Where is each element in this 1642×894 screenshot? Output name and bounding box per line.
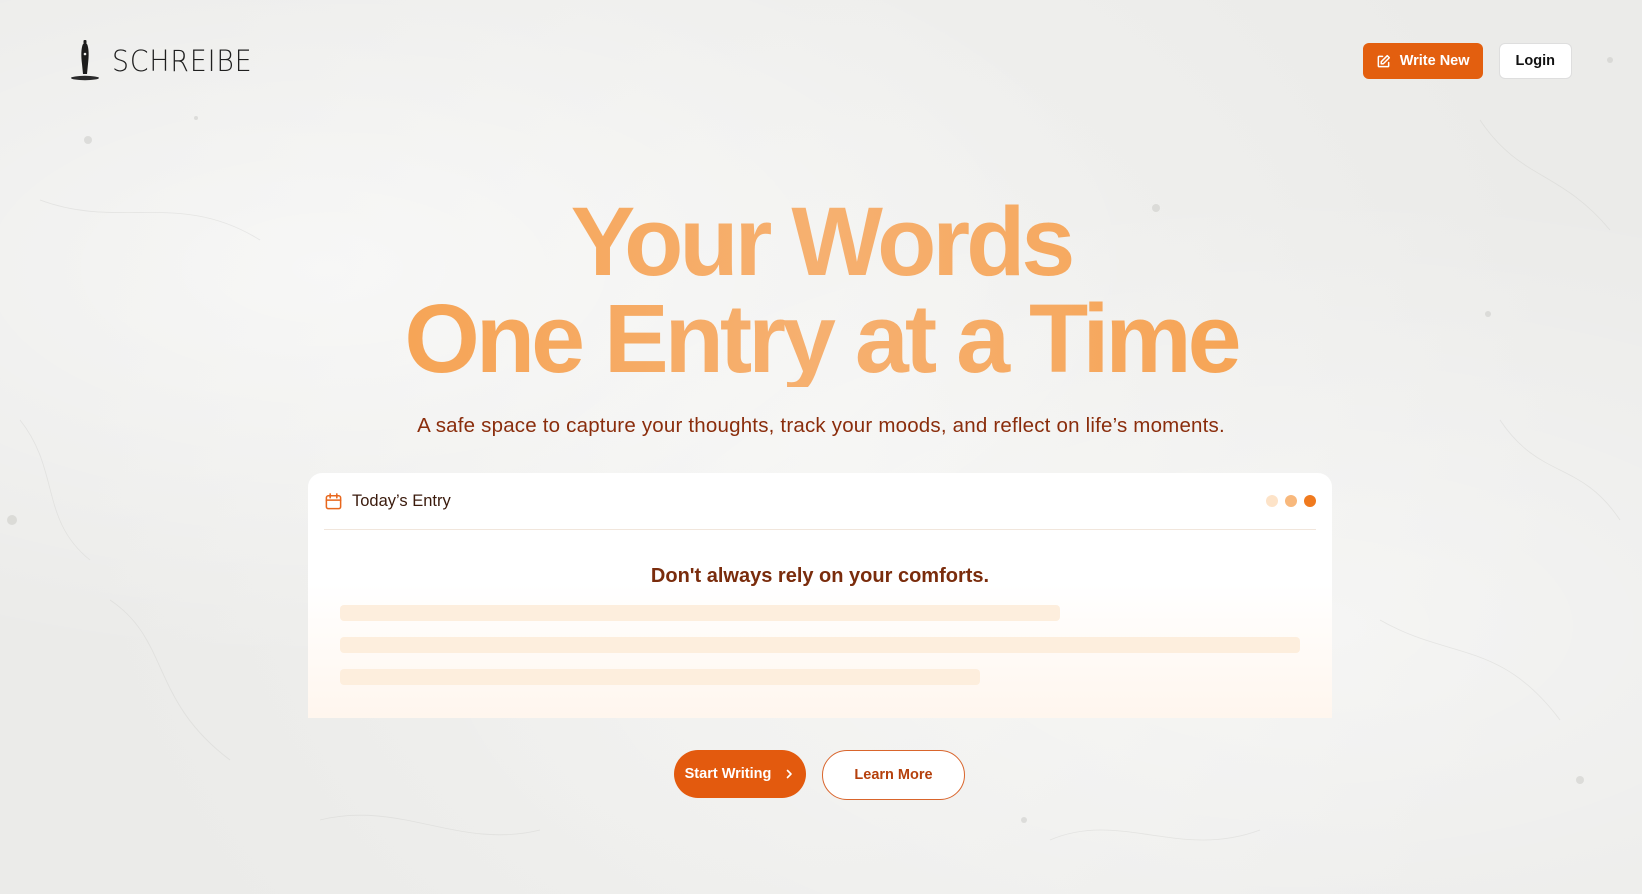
placeholder-line [340,669,980,685]
start-writing-label: Start Writing [684,766,772,782]
hero-title-line-2: One Entry at a Time [0,290,1642,387]
dot-3 [1304,495,1316,507]
window-dots [1266,495,1316,507]
pencil-square-icon [1377,54,1390,67]
login-button[interactable]: Login [1498,43,1572,79]
write-new-label: Write New [1399,53,1470,69]
placeholder-line [340,637,1300,653]
start-writing-button[interactable]: Start Writing [674,750,806,798]
brand-name: SCHREIBE [112,44,253,78]
today-entry-card: Today’s Entry Don't always rely on your … [308,473,1332,718]
entry-quote: Don't always rely on your comforts. [650,565,990,587]
card-title: Today’s Entry [352,491,451,510]
chevron-right-icon [787,769,793,779]
brand-logo[interactable]: SCHREIBE [70,38,265,82]
hero-title-line-1: Your Words [0,193,1642,290]
dot-2 [1285,495,1297,507]
paper-texture-background [7,57,1621,841]
pen-logo-icon [71,40,99,81]
hero-subtitle: A safe space to capture your thoughts, t… [417,414,1225,437]
calendar-icon [325,492,342,509]
placeholder-line [340,605,1060,621]
card-header: Today’s Entry [324,473,1316,530]
header-actions: Write New Login [1362,43,1572,79]
learn-more-button[interactable]: Learn More [822,750,965,800]
write-new-button[interactable]: Write New [1362,43,1483,79]
dot-1 [1266,495,1278,507]
